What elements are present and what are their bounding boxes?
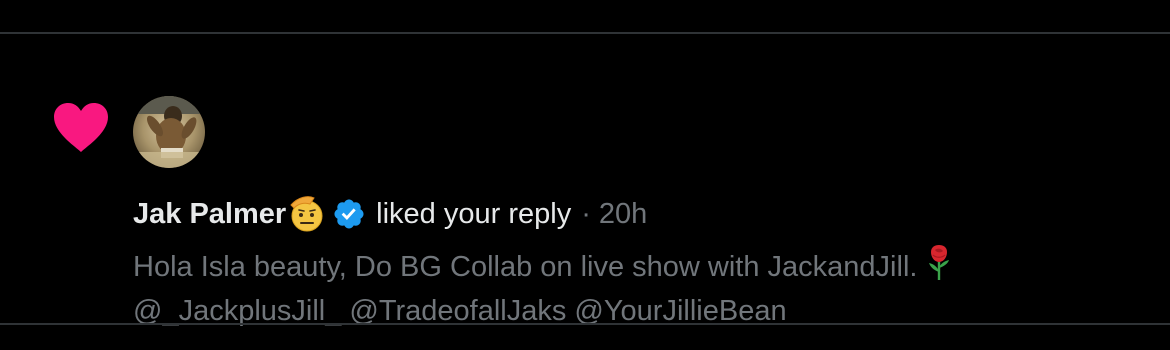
user-name[interactable]: Jak Palmer	[133, 198, 286, 231]
verified-badge-icon[interactable]	[332, 197, 366, 231]
avatar[interactable]	[133, 96, 205, 168]
saluting-face-icon	[290, 196, 323, 232]
avatar-image	[133, 96, 205, 168]
timestamp[interactable]: 20h	[599, 198, 647, 231]
rose-icon	[929, 245, 950, 280]
divider	[0, 323, 1170, 325]
notification-headline: Jak Palmer liked your reply · 20h	[133, 192, 647, 236]
separator-dot: ·	[581, 197, 591, 230]
reply-text-line: Hola Isla beauty, Do BG Collab on live s…	[133, 244, 1133, 289]
reply-text-line: @_JackplusJill_ @TradeofallJaks @YourJil…	[133, 295, 787, 327]
reply-text-line1: Hola Isla beauty, Do BG Collab on live s…	[133, 251, 918, 283]
notifications-page: Jak Palmer liked your reply · 20h Hola I…	[0, 0, 1170, 350]
like-notification[interactable]: Jak Palmer liked your reply · 20h Hola I…	[0, 34, 1170, 327]
heart-icon	[54, 103, 108, 152]
action-text: liked your reply	[376, 197, 572, 230]
reply-text: Hola Isla beauty, Do BG Collab on live s…	[133, 244, 1133, 333]
